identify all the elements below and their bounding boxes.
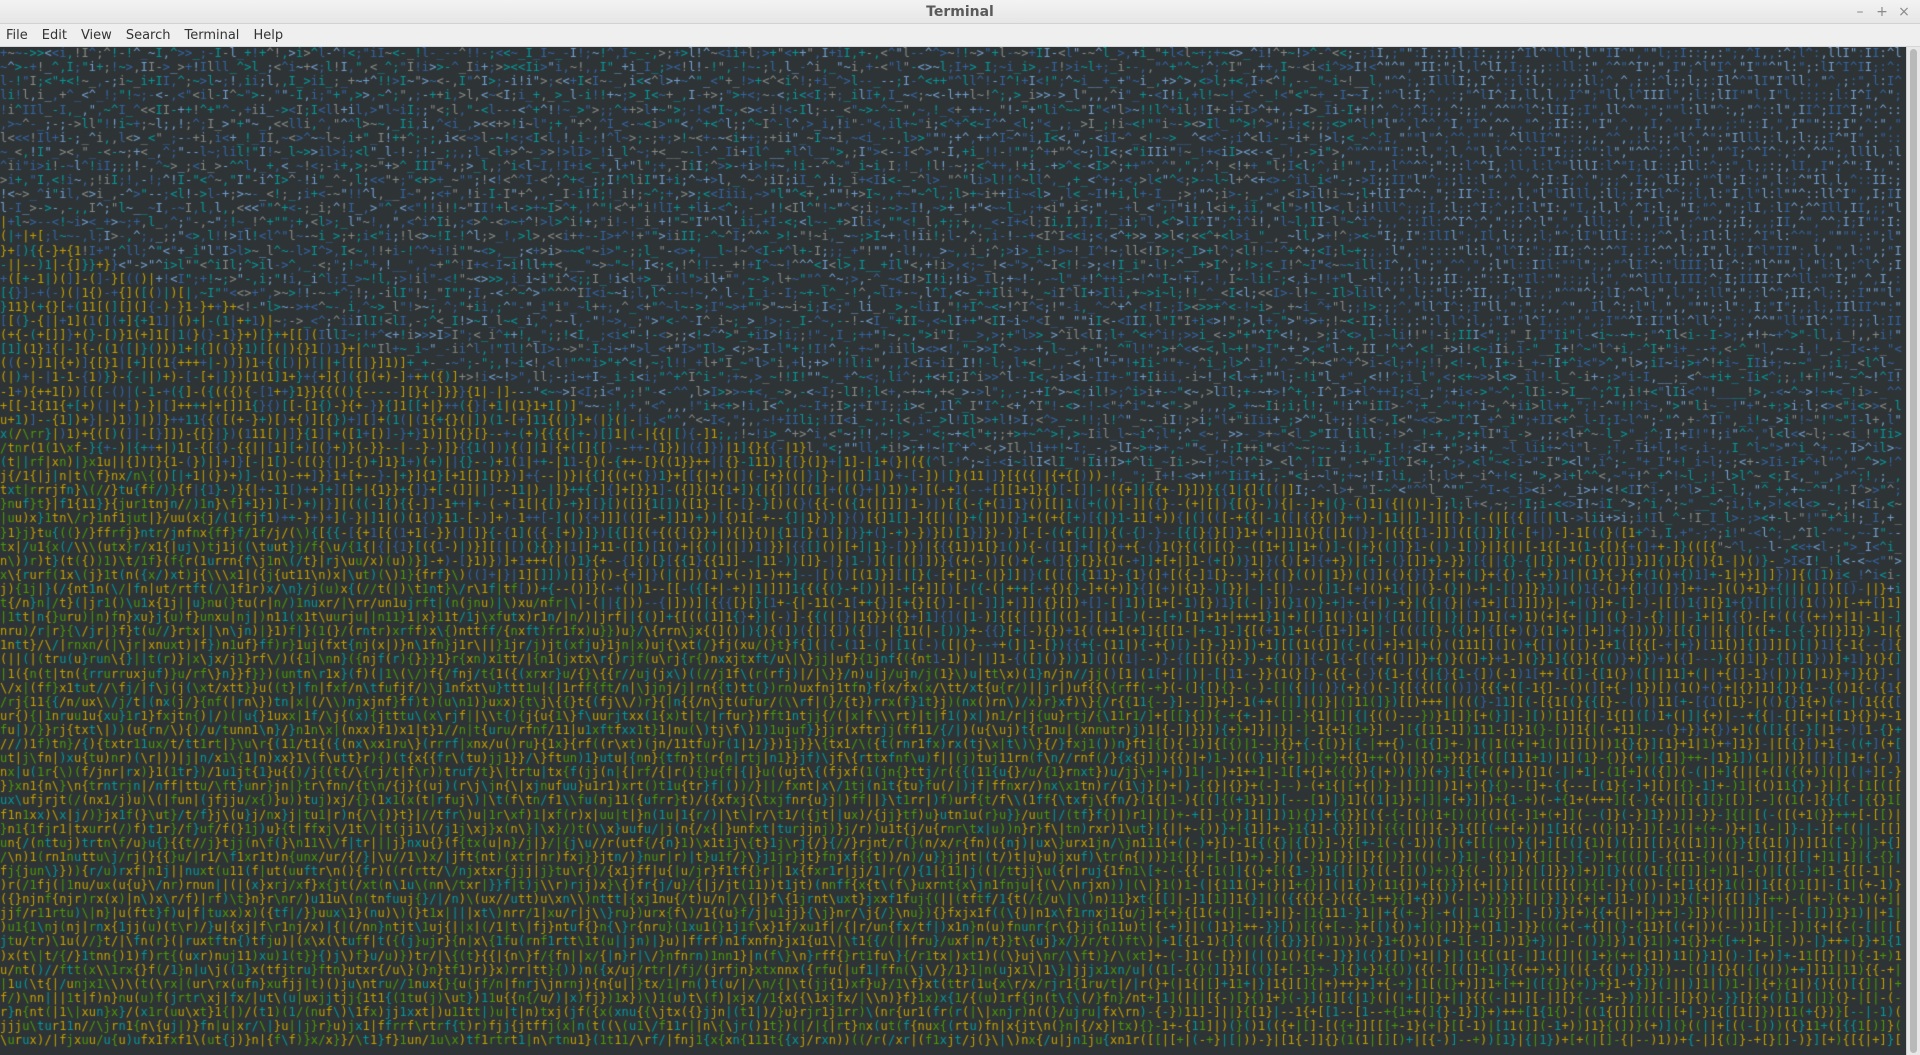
menu-bar: File Edit View Search Terminal Help	[0, 24, 1920, 47]
vertical-scrollbar[interactable]	[1906, 47, 1920, 1055]
maximize-button[interactable]: +	[1872, 2, 1892, 22]
menu-help[interactable]: Help	[253, 26, 289, 45]
window-title: Terminal	[926, 4, 994, 20]
menu-view[interactable]: View	[81, 26, 118, 45]
ascii-art-canvas	[0, 47, 1906, 1055]
terminal-output[interactable]	[0, 47, 1906, 1055]
scrollbar-thumb[interactable]	[1910, 49, 1917, 1053]
menu-edit[interactable]: Edit	[42, 26, 73, 45]
title-bar: Terminal – + ×	[0, 0, 1920, 24]
menu-file[interactable]: File	[6, 26, 34, 45]
menu-terminal[interactable]: Terminal	[184, 26, 245, 45]
window-controls: – + ×	[1850, 2, 1914, 22]
close-button[interactable]: ×	[1894, 2, 1914, 22]
minimize-button[interactable]: –	[1850, 2, 1870, 22]
menu-search[interactable]: Search	[126, 26, 177, 45]
